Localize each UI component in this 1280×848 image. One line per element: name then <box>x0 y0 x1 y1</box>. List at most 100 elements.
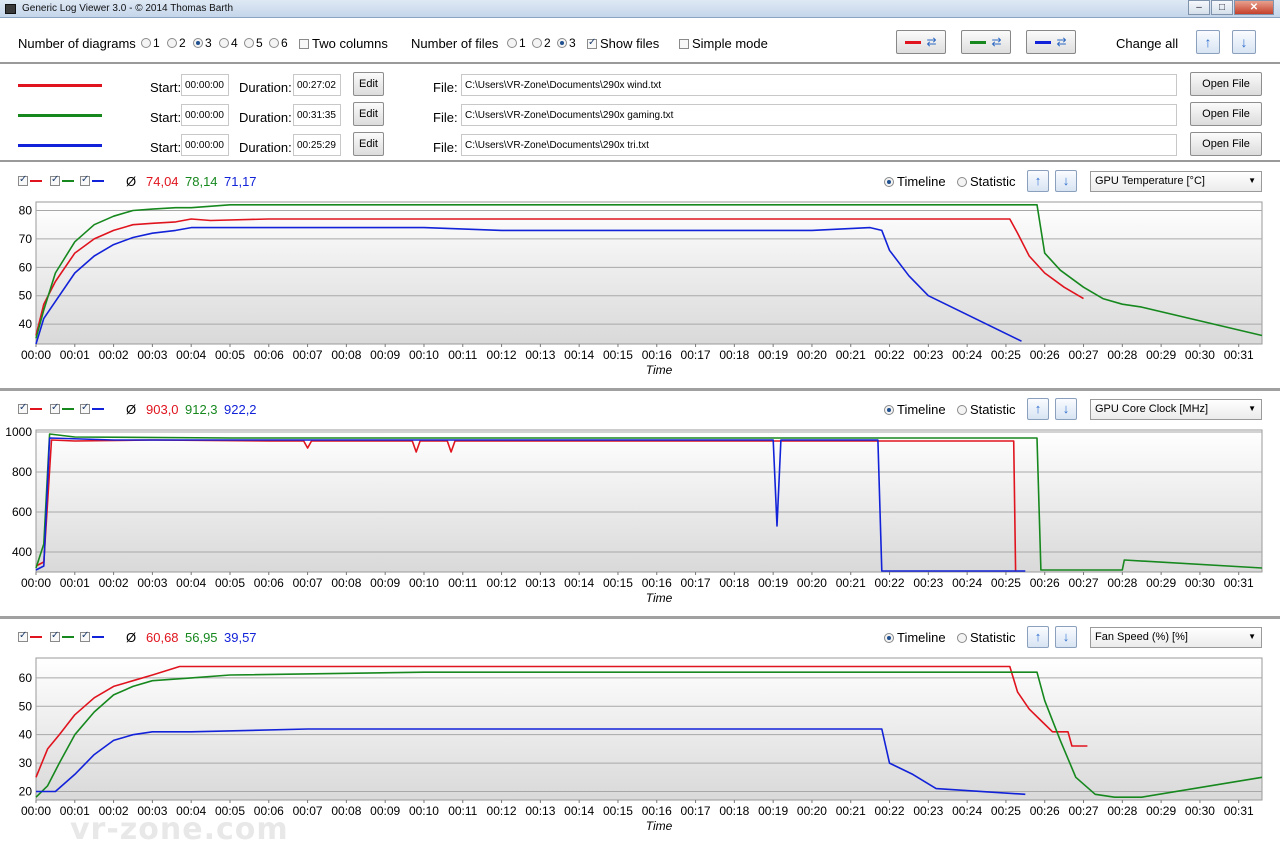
x-tick-label: 00:28 <box>1107 348 1137 362</box>
diagrams-radio-4[interactable]: 4 <box>219 36 238 50</box>
watermark-logo: vr-zone.com <box>70 812 289 847</box>
x-tick-label: 00:13 <box>525 576 555 590</box>
x-tick-label: 00:19 <box>758 804 788 818</box>
maximize-button[interactable]: □ <box>1211 0 1233 15</box>
swap-red-button[interactable]: ⇄ <box>896 30 946 54</box>
duration-label: Duration: <box>239 80 292 95</box>
window-controls: ‒ □ ✕ <box>1187 0 1274 15</box>
x-tick-label: 00:07 <box>293 348 323 362</box>
x-tick-label: 00:15 <box>603 576 633 590</box>
x-tick-label: 00:12 <box>487 804 517 818</box>
x-tick-label: 00:13 <box>525 348 555 362</box>
down-arrow-icon[interactable]: ↓ <box>1232 30 1256 54</box>
start-label: Start: <box>150 110 182 125</box>
diagrams-radio-2[interactable]: 2 <box>167 36 186 50</box>
x-tick-label: 00:10 <box>409 804 439 818</box>
duration-field[interactable]: 00:31:35 <box>293 104 341 126</box>
swap-blue-button[interactable]: ⇄ <box>1026 30 1076 54</box>
swap-icon: ⇄ <box>991 35 1002 49</box>
x-tick-label: 00:04 <box>176 348 206 362</box>
x-axis-label: Time <box>646 819 673 833</box>
files-radio-3[interactable]: 3 <box>557 36 576 50</box>
edit-button[interactable]: Edit <box>353 72 384 96</box>
diagrams-radio-5[interactable]: 5 <box>244 36 263 50</box>
start-field[interactable]: 00:00:00 <box>181 74 229 96</box>
two-columns-checkbox[interactable]: Two columns <box>299 36 388 51</box>
x-tick-label: 00:30 <box>1185 348 1215 362</box>
x-tick-label: 00:21 <box>836 576 866 590</box>
x-tick-label: 00:20 <box>797 348 827 362</box>
start-field[interactable]: 00:00:00 <box>181 134 229 156</box>
diagrams-radio-6[interactable]: 6 <box>269 36 288 50</box>
x-tick-label: 00:23 <box>913 576 943 590</box>
x-tick-label: 00:19 <box>758 348 788 362</box>
plot-area <box>35 429 1263 573</box>
x-tick-label: 00:29 <box>1146 804 1176 818</box>
diagrams-radio-3[interactable]: 3 <box>193 36 212 50</box>
x-tick-label: 00:02 <box>99 348 129 362</box>
x-tick-label: 00:27 <box>1069 804 1099 818</box>
y-tick-label: 60 <box>19 671 33 685</box>
change-all-label: Change all <box>1116 36 1179 51</box>
swap-green-button[interactable]: ⇄ <box>961 30 1011 54</box>
x-tick-label: 00:03 <box>137 348 167 362</box>
x-tick-label: 00:15 <box>603 804 633 818</box>
x-tick-label: 00:17 <box>681 576 711 590</box>
x-tick-label: 00:22 <box>875 804 905 818</box>
x-tick-label: 00:15 <box>603 348 633 362</box>
x-tick-label: 00:19 <box>758 576 788 590</box>
x-tick-label: 00:14 <box>564 576 594 590</box>
x-tick-label: 00:16 <box>642 576 672 590</box>
chart-svg: 400 600 800 1000 00:00 00:01 00:02 00:03 00:04 00… <box>5 425 1263 605</box>
x-axis-label: Time <box>646 363 673 377</box>
files-section: Start: 00:00:00 Duration: 00:27:02 Edit … <box>0 64 1280 162</box>
x-tick-label: 00:05 <box>215 348 245 362</box>
y-tick-label: 40 <box>19 317 33 331</box>
x-tick-label: 00:17 <box>681 804 711 818</box>
swap-icon: ⇄ <box>926 35 937 49</box>
x-tick-label: 00:14 <box>564 804 594 818</box>
start-field[interactable]: 00:00:00 <box>181 104 229 126</box>
x-tick-label: 00:28 <box>1107 804 1137 818</box>
open-file-button[interactable]: Open File <box>1190 132 1262 156</box>
x-tick-label: 00:31 <box>1224 576 1254 590</box>
x-tick-label: 00:31 <box>1224 804 1254 818</box>
x-tick-label: 00:06 <box>254 348 284 362</box>
up-arrow-icon[interactable]: ↑ <box>1196 30 1220 54</box>
y-tick-label: 50 <box>19 699 33 713</box>
x-tick-label: 00:26 <box>1030 576 1060 590</box>
start-label: Start: <box>150 140 182 155</box>
duration-label: Duration: <box>239 140 292 155</box>
open-file-button[interactable]: Open File <box>1190 72 1262 96</box>
x-tick-label: 00:30 <box>1185 576 1215 590</box>
duration-field[interactable]: 00:27:02 <box>293 74 341 96</box>
file-path-field[interactable]: C:\Users\VR-Zone\Documents\290x wind.txt <box>461 74 1177 96</box>
close-button[interactable]: ✕ <box>1234 0 1274 15</box>
x-tick-label: 00:21 <box>836 804 866 818</box>
x-tick-label: 00:11 <box>448 804 477 818</box>
y-tick-label: 30 <box>19 756 33 770</box>
file-label: File: <box>433 140 458 155</box>
diagrams-radio-1[interactable]: 1 <box>141 36 160 50</box>
chart-svg: 40 50 60 70 80 00:00 00:01 00:02 00:03 00:04 00:05… <box>19 201 1263 377</box>
edit-button[interactable]: Edit <box>353 132 384 156</box>
x-tick-label: 00:09 <box>370 576 400 590</box>
x-tick-label: 00:12 <box>487 348 517 362</box>
files-radio-1[interactable]: 1 <box>507 36 526 50</box>
file-row-red: Start: 00:00:00 Duration: 00:27:02 Edit … <box>0 72 1280 102</box>
minimize-button[interactable]: ‒ <box>1188 0 1210 15</box>
file-path-field[interactable]: C:\Users\VR-Zone\Documents\290x tri.txt <box>461 134 1177 156</box>
edit-button[interactable]: Edit <box>353 102 384 126</box>
file-path-field[interactable]: C:\Users\VR-Zone\Documents\290x gaming.t… <box>461 104 1177 126</box>
start-label: Start: <box>150 80 182 95</box>
open-file-button[interactable]: Open File <box>1190 102 1262 126</box>
y-tick-label: 600 <box>12 505 32 519</box>
x-tick-label: 00:10 <box>409 348 439 362</box>
file-label: File: <box>433 80 458 95</box>
simple-mode-checkbox[interactable]: Simple mode <box>679 36 768 51</box>
y-tick-label: 20 <box>19 784 33 798</box>
duration-field[interactable]: 00:25:29 <box>293 134 341 156</box>
show-files-checkbox[interactable]: Show files <box>587 36 659 51</box>
x-axis-label: Time <box>646 591 673 605</box>
files-radio-2[interactable]: 2 <box>532 36 551 50</box>
